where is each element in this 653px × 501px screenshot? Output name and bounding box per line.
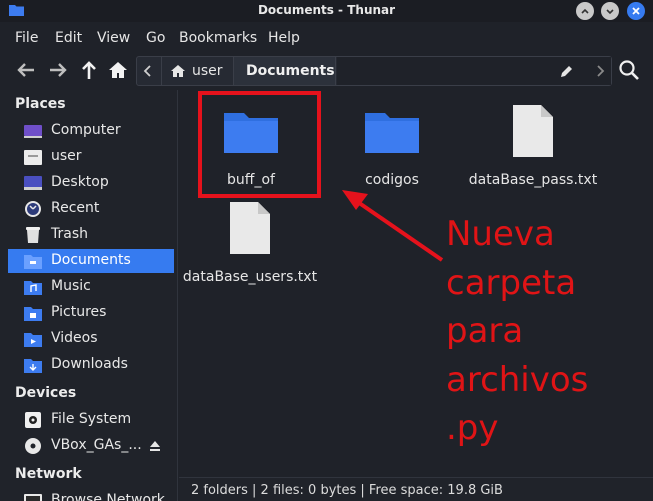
annotation-arrow-icon bbox=[342, 190, 444, 262]
annotation-text: Nueva carpeta para archivos .py bbox=[446, 210, 653, 453]
menu-file[interactable]: File bbox=[15, 30, 38, 46]
sidebar-item-videos[interactable]: Videos bbox=[8, 327, 174, 351]
downloads-folder-icon bbox=[24, 359, 42, 373]
sidebar-item-label: Documents bbox=[51, 252, 131, 268]
menu-edit[interactable]: Edit bbox=[55, 30, 82, 46]
text-file-icon bbox=[230, 202, 270, 254]
annotation-line: carpeta bbox=[446, 262, 577, 303]
sidebar-item-label: Music bbox=[51, 278, 91, 294]
file-database-users[interactable]: dataBase_users.txt bbox=[180, 192, 320, 292]
optical-disc-icon bbox=[25, 438, 41, 454]
sidebar-item-label: Browse Network bbox=[51, 492, 165, 501]
sidebar-item-label: Trash bbox=[51, 226, 88, 242]
sidebar-item-documents[interactable]: Documents bbox=[8, 249, 174, 273]
sidebar-item-label: Desktop bbox=[51, 174, 109, 190]
edit-pencil-icon[interactable] bbox=[559, 63, 575, 79]
maximize-button[interactable] bbox=[601, 2, 619, 20]
forward-arrow-icon[interactable] bbox=[46, 58, 70, 82]
sidebar-item-music[interactable]: Music bbox=[8, 275, 174, 299]
path-scroll-left-icon[interactable] bbox=[137, 57, 159, 85]
sidebar: Places Computer user Desktop Recent Tras… bbox=[0, 90, 178, 501]
drive-icon bbox=[25, 412, 41, 428]
close-button[interactable] bbox=[627, 2, 645, 20]
sidebar-item-label: File System bbox=[51, 411, 132, 427]
sidebar-item-desktop[interactable]: Desktop bbox=[8, 171, 174, 195]
path-segment-user[interactable]: user bbox=[161, 57, 233, 85]
path-bar: user Documents bbox=[136, 56, 612, 86]
search-icon[interactable] bbox=[617, 58, 641, 82]
minimize-button[interactable] bbox=[576, 2, 594, 20]
home-icon bbox=[171, 65, 185, 77]
home-icon[interactable] bbox=[106, 58, 130, 82]
sidebar-item-trash[interactable]: Trash bbox=[8, 223, 174, 247]
annotation-line: Nueva bbox=[446, 214, 555, 254]
sidebar-item-label: VBox_GAs_... bbox=[51, 437, 142, 453]
annotation-highlight-box bbox=[198, 91, 321, 198]
section-title-network: Network bbox=[15, 466, 82, 482]
desktop-icon bbox=[24, 176, 42, 190]
path-segment-documents[interactable]: Documents bbox=[233, 57, 336, 85]
sidebar-item-label: Downloads bbox=[51, 356, 128, 372]
sidebar-item-recent[interactable]: Recent bbox=[8, 197, 174, 221]
status-bar: 2 folders | 2 files: 0 bytes | Free spac… bbox=[179, 477, 653, 501]
computer-icon bbox=[24, 125, 42, 138]
folder-icon bbox=[365, 113, 419, 153]
network-icon bbox=[24, 494, 42, 501]
menu-view[interactable]: View bbox=[97, 30, 130, 46]
menu-bar: File Edit View Go Bookmarks Help bbox=[0, 26, 653, 50]
videos-folder-icon bbox=[24, 333, 42, 347]
annotation-line: .py bbox=[446, 408, 499, 448]
file-name: dataBase_users.txt bbox=[182, 269, 318, 285]
sidebar-item-label: Pictures bbox=[51, 304, 107, 320]
sidebar-item-label: Videos bbox=[51, 330, 98, 346]
sidebar-item-computer[interactable]: Computer bbox=[8, 119, 174, 143]
back-arrow-icon[interactable] bbox=[14, 58, 38, 82]
sidebar-item-pictures[interactable]: Pictures bbox=[8, 301, 174, 325]
sidebar-item-file-system[interactable]: File System bbox=[8, 408, 174, 432]
pictures-folder-icon bbox=[24, 307, 42, 321]
sidebar-item-label: Computer bbox=[51, 122, 121, 138]
sidebar-item-downloads[interactable]: Downloads bbox=[8, 353, 174, 377]
status-text: 2 folders | 2 files: 0 bytes | Free spac… bbox=[191, 483, 503, 498]
file-name: dataBase_pass.txt bbox=[468, 172, 598, 188]
minimize-icon bbox=[581, 8, 589, 14]
text-file-icon bbox=[513, 105, 553, 157]
recent-icon bbox=[25, 201, 41, 217]
sidebar-item-user[interactable]: user bbox=[8, 145, 174, 169]
path-segment-user-label: user bbox=[192, 63, 223, 79]
window-title: Documents - Thunar bbox=[257, 3, 396, 17]
eject-icon[interactable] bbox=[148, 439, 162, 453]
path-scroll-right-icon[interactable] bbox=[589, 57, 611, 85]
music-folder-icon bbox=[24, 281, 42, 295]
toolbar: user Documents bbox=[0, 52, 653, 88]
documents-folder-icon bbox=[24, 255, 42, 269]
location-entry[interactable] bbox=[337, 57, 611, 85]
section-title-places: Places bbox=[15, 96, 66, 112]
sidebar-item-label: user bbox=[51, 148, 82, 164]
annotation-line: archivos bbox=[446, 359, 589, 400]
menu-bookmarks[interactable]: Bookmarks bbox=[179, 30, 257, 46]
close-icon bbox=[632, 7, 640, 15]
sidebar-item-vbox[interactable]: VBox_GAs_... bbox=[8, 434, 174, 458]
trash-icon bbox=[26, 227, 40, 243]
section-title-devices: Devices bbox=[15, 385, 77, 401]
sidebar-item-label: Recent bbox=[51, 200, 100, 216]
file-database-pass[interactable]: dataBase_pass.txt bbox=[463, 95, 603, 195]
title-bar: Documents - Thunar bbox=[0, 0, 653, 22]
home-folder-icon bbox=[24, 150, 42, 165]
menu-go[interactable]: Go bbox=[146, 30, 165, 46]
maximize-icon bbox=[606, 9, 614, 15]
sidebar-item-browse-network[interactable]: Browse Network bbox=[8, 489, 174, 501]
path-segment-documents-label: Documents bbox=[246, 63, 335, 79]
menu-help[interactable]: Help bbox=[268, 30, 300, 46]
annotation-line: para bbox=[446, 311, 524, 351]
up-arrow-icon[interactable] bbox=[77, 58, 101, 82]
